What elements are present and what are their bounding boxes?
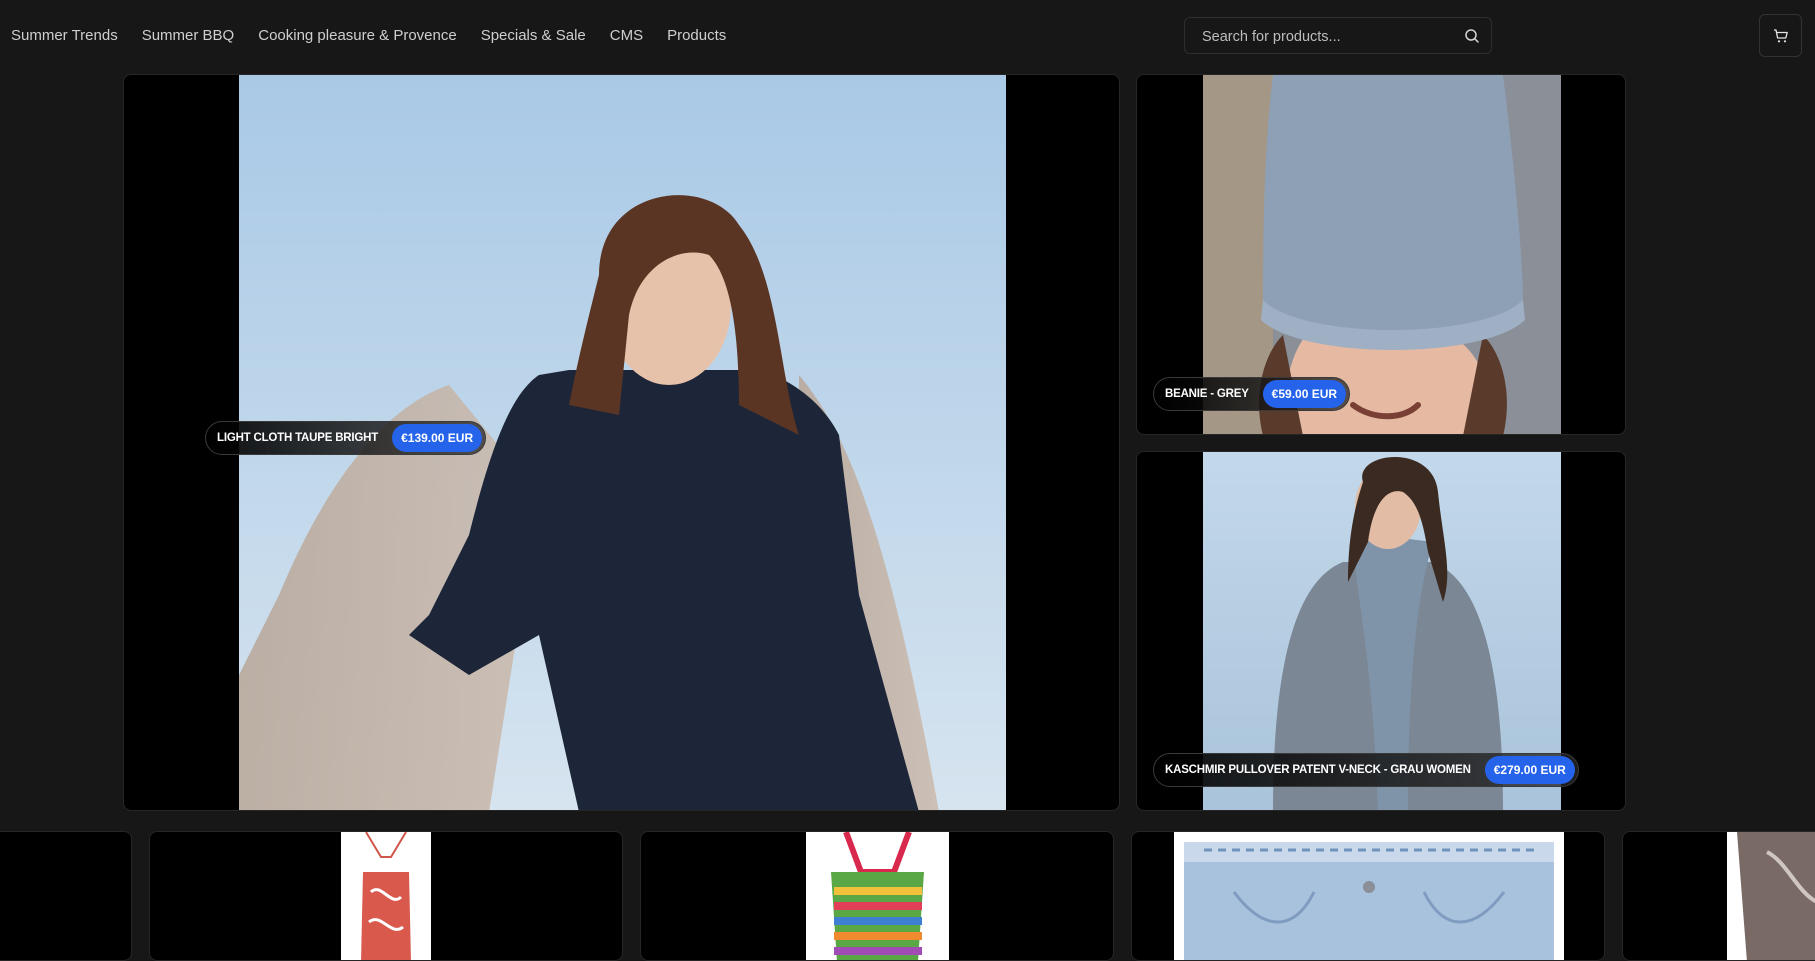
nav-item-summer-trends[interactable]: Summer Trends [11, 24, 118, 48]
product-image-top-striped [806, 832, 949, 960]
product-card[interactable] [0, 831, 132, 961]
site-header: Summer Trends Summer BBQ Cooking pleasur… [0, 0, 1815, 74]
product-image-shorts [1727, 832, 1815, 960]
product-price-badge: €279.00 EUR [1484, 756, 1575, 784]
product-card[interactable] [1622, 831, 1815, 961]
main-nav: Summer Trends Summer BBQ Cooking pleasur… [11, 24, 726, 48]
nav-item-cms[interactable]: CMS [610, 24, 643, 48]
product-price-badge: €139.00 EUR [392, 424, 483, 452]
product-name: LIGHT CLOTH TAUPE BRIGHT [217, 432, 379, 444]
product-price-badge: €59.00 EUR [1262, 380, 1347, 408]
featured-product-card-large[interactable]: LIGHT CLOTH TAUPE BRIGHT €139.00 EUR [123, 74, 1120, 811]
featured-product-card-pullover[interactable]: KASCHMIR PULLOVER PATENT V-NECK - GRAU W… [1136, 451, 1626, 811]
product-label[interactable]: LIGHT CLOTH TAUPE BRIGHT €139.00 EUR [205, 421, 487, 455]
nav-item-products[interactable]: Products [667, 24, 726, 48]
search-input[interactable] [1200, 18, 1454, 55]
nav-item-summer-bbq[interactable]: Summer BBQ [142, 24, 235, 48]
search-box [1184, 17, 1492, 55]
featured-product-card-beanie[interactable]: BEANIE - GREY €59.00 EUR [1136, 74, 1626, 435]
cart-button[interactable] [1759, 14, 1802, 57]
product-name: BEANIE - GREY [1165, 388, 1249, 400]
cart-icon [1774, 29, 1788, 43]
product-label[interactable]: KASCHMIR PULLOVER PATENT V-NECK - GRAU W… [1153, 753, 1579, 787]
product-image-denim-shorts [1174, 832, 1564, 960]
nav-item-specials-sale[interactable]: Specials & Sale [481, 24, 586, 48]
search-icon[interactable] [1463, 27, 1481, 45]
nav-item-cooking-pleasure[interactable]: Cooking pleasure & Provence [258, 24, 456, 48]
product-card[interactable] [149, 831, 623, 961]
product-card[interactable] [640, 831, 1114, 961]
product-image-top-red [341, 832, 431, 960]
product-name: KASCHMIR PULLOVER PATENT V-NECK - GRAU W… [1165, 764, 1471, 776]
product-card[interactable] [1131, 831, 1605, 961]
product-label[interactable]: BEANIE - GREY €59.00 EUR [1153, 377, 1351, 411]
